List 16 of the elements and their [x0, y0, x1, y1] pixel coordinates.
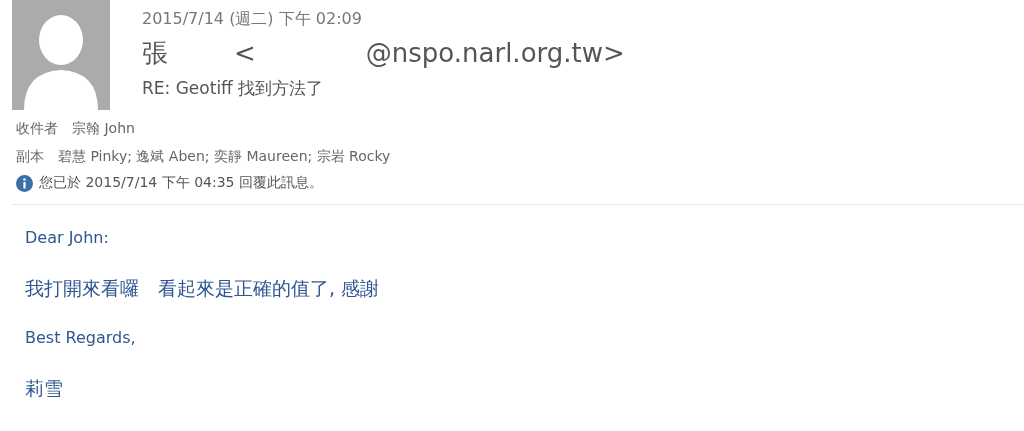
- sender-address: @nspo.narl.org.tw>: [365, 37, 625, 70]
- reply-notice: 您已於 2015/7/14 下午 04:35 回覆此訊息。: [39, 174, 323, 192]
- sender-address: <: [234, 37, 256, 70]
- info-icon: [16, 174, 33, 192]
- message-text: Best Regards,: [25, 327, 137, 349]
- message-text: 我打開來看囉 看起來是正確的值了, 感謝: [25, 276, 381, 301]
- sender-name: 張: [142, 37, 168, 70]
- avatar-icon: [12, 0, 110, 110]
- email-subject: RE: Geotiff 找到方法了: [142, 77, 325, 100]
- recipient-label: 收件者: [16, 120, 58, 136]
- recipient-list: 宗翰 John: [72, 120, 135, 136]
- recipient-label: 副本: [16, 148, 44, 164]
- message-text: 莉雪: [25, 376, 64, 401]
- sent-date: 2015/7/14 (週二) 下午 02:09: [142, 8, 363, 30]
- recipient-list: 碧慧 Pinky; 逸斌 Aben; 奕靜 Maureen; 宗岩 Rocky: [58, 148, 391, 164]
- message-text: Dear John:: [25, 227, 110, 249]
